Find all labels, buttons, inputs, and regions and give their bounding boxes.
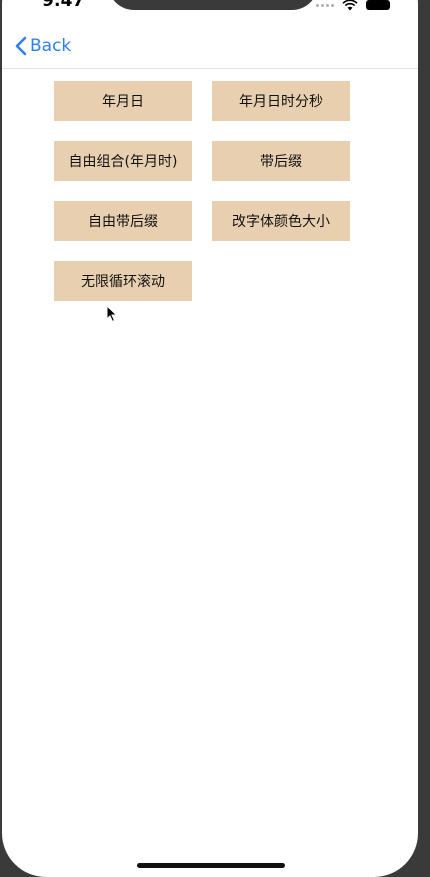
device-notch (108, 0, 318, 10)
back-label: Back (30, 36, 72, 56)
battery-icon (366, 0, 390, 10)
wifi-icon (342, 0, 358, 11)
status-icons (316, 0, 390, 12)
with-suffix-button[interactable]: 带后缀 (212, 141, 350, 181)
infinite-scroll-button[interactable]: 无限循环滚动 (54, 261, 192, 301)
font-style-button[interactable]: 改字体颜色大小 (212, 201, 350, 241)
chevron-left-icon (14, 36, 27, 56)
back-button[interactable]: Back (14, 36, 71, 56)
date-ymd-button[interactable]: 年月日 (54, 81, 192, 121)
free-suffix-button[interactable]: 自由带后缀 (54, 201, 192, 241)
navigation-bar: Back (2, 28, 418, 69)
free-combo-button[interactable]: 自由组合(年月时) (54, 141, 192, 181)
cellular-signal-icon (316, 4, 334, 7)
home-indicator (137, 863, 285, 868)
datetime-ymdhms-button[interactable]: 年月日时分秒 (212, 81, 350, 121)
phone-screen: 9:47 Back 年月日 年月日时分秒 自由组合(年月时) 带后缀 自由带后缀… (2, 0, 418, 877)
status-time: 9:47 (42, 0, 85, 11)
mouse-cursor-icon (106, 304, 118, 327)
